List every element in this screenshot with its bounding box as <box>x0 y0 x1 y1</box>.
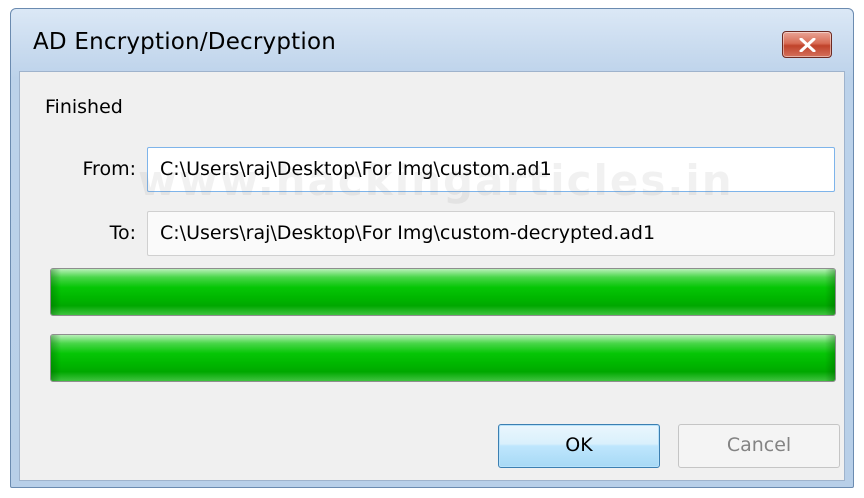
to-path-field[interactable]: C:\Users\raj\Desktop\For Img\custom-decr… <box>147 211 835 256</box>
file-progress-bar <box>50 268 836 316</box>
progress-fill <box>51 269 835 315</box>
dialog-window: AD Encryption/Decryption Finished From: … <box>10 8 854 488</box>
close-x-icon <box>799 38 816 52</box>
ok-button[interactable]: OK <box>498 424 660 468</box>
to-label: To: <box>109 222 136 244</box>
title-bar[interactable]: AD Encryption/Decryption <box>11 9 853 71</box>
window-title: AD Encryption/Decryption <box>33 29 337 55</box>
overall-progress-bar <box>50 334 836 382</box>
from-label: From: <box>82 158 136 180</box>
status-text: Finished <box>45 96 123 118</box>
close-button[interactable] <box>782 31 832 58</box>
progress-fill <box>51 335 835 381</box>
dialog-client-area: Finished From: C:\Users\raj\Desktop\For … <box>19 71 845 481</box>
from-path-field[interactable]: C:\Users\raj\Desktop\For Img\custom.ad1 <box>147 147 835 192</box>
cancel-button[interactable]: Cancel <box>678 424 840 468</box>
